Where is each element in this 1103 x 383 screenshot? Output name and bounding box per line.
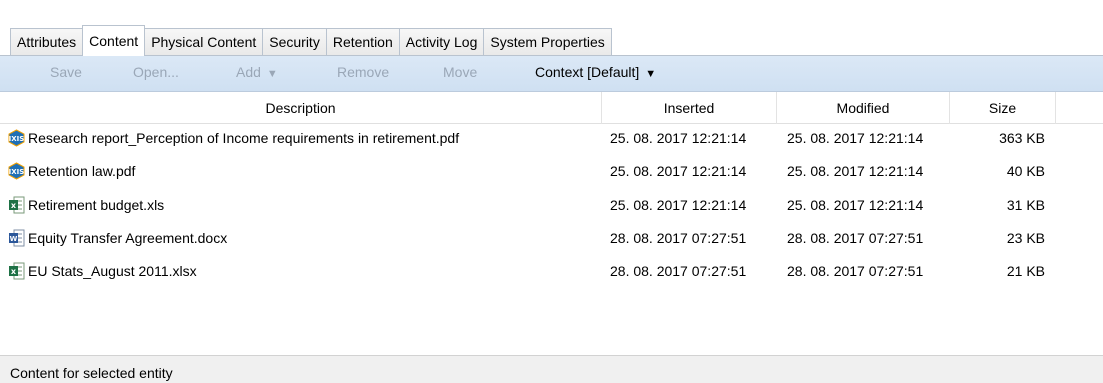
save-button[interactable]: Save — [50, 64, 82, 80]
open-button[interactable]: Open... — [133, 64, 179, 80]
tab-physical-content[interactable]: Physical Content — [144, 28, 264, 55]
file-description: Research report_Perception of Income req… — [28, 130, 460, 146]
tab-bar: Attributes Content Physical Content Secu… — [0, 0, 1103, 56]
chevron-down-icon: ▼ — [266, 68, 278, 80]
file-inserted: 25. 08. 2017 12:21:14 — [610, 197, 747, 213]
file-size: 23 KB — [1006, 230, 1045, 246]
file-inserted: 25. 08. 2017 12:21:14 — [610, 163, 747, 179]
file-description: EU Stats_August 2011.xlsx — [28, 263, 197, 279]
file-size: 363 KB — [999, 130, 1045, 146]
pdf-document-icon: IXIS — [8, 162, 25, 180]
file-inserted: 28. 08. 2017 07:27:51 — [610, 230, 747, 246]
context-dropdown-label: Context [Default] — [535, 64, 640, 80]
excel-document-icon: x — [9, 196, 25, 214]
add-button-label: Add — [236, 64, 261, 80]
tab-system-properties[interactable]: System Properties — [483, 28, 612, 55]
status-bar: Content for selected entity — [0, 355, 1103, 383]
column-header-modified[interactable]: Modified — [777, 92, 950, 124]
table-row[interactable]: IXIS Research report_Perception of Incom… — [0, 123, 1103, 153]
table-row[interactable]: W Equity Transfer Agreement.docx 28. 08.… — [0, 223, 1103, 253]
file-description: Equity Transfer Agreement.docx — [28, 230, 228, 246]
column-header-size[interactable]: Size — [950, 92, 1056, 124]
content-toolbar: Save Open... Add ▼ Remove Move Context [D… — [0, 56, 1103, 92]
tab-activity-log[interactable]: Activity Log — [398, 28, 485, 55]
file-modified: 25. 08. 2017 12:21:14 — [787, 197, 924, 213]
tab-content[interactable]: Content — [82, 25, 146, 56]
remove-button[interactable]: Remove — [337, 64, 389, 80]
table-row[interactable]: x EU Stats_August 2011.xlsx 28. 08. 2017… — [0, 256, 1103, 286]
table-row[interactable]: x Retirement budget.xls 25. 08. 2017 12:… — [0, 190, 1103, 220]
context-dropdown[interactable]: Context [Default] ▼ — [535, 64, 656, 80]
tab-security[interactable]: Security — [262, 28, 327, 55]
tab-retention[interactable]: Retention — [325, 28, 400, 55]
file-size: 40 KB — [1006, 163, 1045, 179]
svg-text:W: W — [10, 235, 18, 243]
pdf-document-icon: IXIS — [8, 129, 25, 147]
table-row[interactable]: IXIS Retention law.pdf 25. 08. 2017 12:2… — [0, 156, 1103, 186]
table-header: Description Inserted Modified Size — [0, 92, 1103, 124]
svg-text:IXIS: IXIS — [9, 135, 25, 143]
file-modified: 28. 08. 2017 07:27:51 — [787, 263, 924, 279]
column-header-description[interactable]: Description — [0, 92, 602, 124]
tab-attributes[interactable]: Attributes — [10, 28, 84, 55]
status-text: Content for selected entity — [10, 365, 173, 381]
move-button[interactable]: Move — [443, 64, 477, 80]
file-inserted: 28. 08. 2017 07:27:51 — [610, 263, 747, 279]
file-modified: 28. 08. 2017 07:27:51 — [787, 230, 924, 246]
file-description: Retirement budget.xls — [28, 197, 165, 213]
excel-document-icon: x — [9, 262, 25, 280]
file-modified: 25. 08. 2017 12:21:14 — [787, 163, 924, 179]
svg-text:x: x — [11, 201, 17, 210]
svg-text:IXIS: IXIS — [9, 168, 25, 176]
file-inserted: 25. 08. 2017 12:21:14 — [610, 130, 747, 146]
word-document-icon: W — [9, 229, 25, 247]
add-button[interactable]: Add ▼ — [236, 64, 278, 80]
column-header-inserted[interactable]: Inserted — [602, 92, 777, 124]
chevron-down-icon: ▼ — [645, 68, 657, 80]
file-size: 31 KB — [1006, 197, 1045, 213]
file-size: 21 KB — [1006, 263, 1045, 279]
svg-text:x: x — [11, 267, 17, 276]
file-modified: 25. 08. 2017 12:21:14 — [787, 130, 924, 146]
file-description: Retention law.pdf — [28, 163, 136, 179]
